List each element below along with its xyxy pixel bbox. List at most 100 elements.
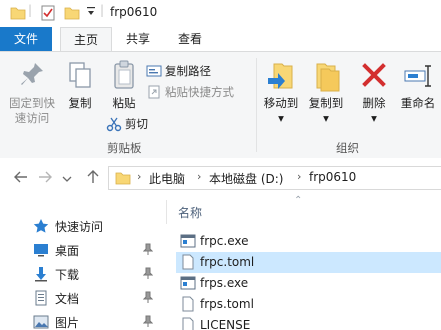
pin-icon [4, 60, 60, 96]
rename-button[interactable]: 重命名 [396, 60, 440, 111]
file-row-selected[interactable]: frpc.toml [176, 252, 441, 273]
recent-locations-icon[interactable] [62, 172, 72, 188]
file-name: frps.toml [200, 297, 254, 311]
column-divider [166, 200, 167, 224]
star-icon [33, 218, 49, 237]
exe-icon [180, 275, 196, 294]
title-separator-2: | [100, 3, 105, 17]
pin-icon[interactable] [142, 315, 154, 330]
explorer-window: | | frp0610 文件 主页 共享 查看 固定到快 速访问 复制 粘贴 复… [0, 0, 441, 330]
nav-item-documents[interactable]: 文档 [0, 286, 162, 310]
ribbon-tabs: 文件 主页 共享 查看 [0, 27, 441, 52]
exe-icon [180, 233, 196, 252]
pin-label-line1: 固定到快 [9, 96, 55, 110]
navigation-pane: 快速访问 桌面 下载 文档 图片 [0, 198, 162, 330]
delete-icon [356, 60, 392, 96]
forward-arrow-icon[interactable] [38, 170, 52, 188]
tab-home[interactable]: 主页 [60, 27, 112, 52]
nav-label: 文档 [55, 291, 80, 306]
properties-icon[interactable] [40, 5, 56, 24]
download-icon [33, 266, 49, 285]
window-title: frp0610 [110, 5, 158, 19]
pin-to-quick-access-button[interactable]: 固定到快 速访问 [4, 60, 60, 126]
pin-label-line2: 速访问 [14, 111, 50, 125]
nav-label: 图片 [55, 315, 80, 330]
sort-chevron-icon[interactable]: ⌃ [294, 195, 302, 206]
copy-button[interactable]: 复制 [62, 60, 98, 111]
move-to-button[interactable]: 移动到 ▾ [260, 60, 302, 126]
rename-label: 重命名 [400, 96, 436, 110]
rename-icon [396, 60, 440, 96]
copy-to-dropdown-icon: ▾ [323, 111, 329, 125]
organize-group-label: 组织 [336, 141, 359, 155]
delete-label: 删除 [362, 96, 386, 110]
cut-label: 剪切 [125, 117, 148, 131]
address-bar[interactable]: › 此电脑 › 本地磁盘 (D:) › frp0610 [108, 166, 441, 190]
desktop-icon [33, 242, 49, 261]
file-list: 名称 ⌃ frpc.exe frpc.toml frps.exe frps.to… [162, 195, 441, 330]
nav-item-downloads[interactable]: 下载 [0, 262, 162, 286]
title-separator: | [28, 3, 33, 17]
document-icon [33, 290, 49, 309]
navigation-bar: › 此电脑 › 本地磁盘 (D:) › frp0610 [0, 158, 441, 198]
back-arrow-icon[interactable] [14, 170, 28, 188]
copy-label: 复制 [68, 96, 92, 110]
cut-button[interactable]: 剪切 [106, 115, 148, 133]
file-row[interactable]: LICENSE [176, 315, 441, 330]
nav-item-pictures[interactable]: 图片 [0, 310, 162, 330]
column-header[interactable]: 名称 ⌃ [162, 195, 441, 224]
picture-icon [33, 314, 49, 330]
scissors-icon [106, 117, 122, 132]
breadcrumb-chevron-icon[interactable]: › [197, 170, 201, 183]
breadcrumb-local-disk[interactable]: 本地磁盘 (D:) [209, 170, 283, 187]
paste-shortcut-icon [148, 85, 160, 99]
file-row[interactable]: frps.toml [176, 294, 441, 315]
delete-button[interactable]: 删除 ▾ [356, 60, 392, 126]
new-folder-icon[interactable] [64, 5, 80, 24]
up-arrow-icon[interactable] [86, 170, 100, 188]
file-name: frpc.exe [200, 234, 249, 248]
file-row[interactable]: frps.exe [176, 273, 441, 294]
paste-icon [104, 60, 144, 96]
title-bar: | | frp0610 [0, 0, 441, 27]
file-icon [180, 296, 196, 315]
ribbon: 固定到快 速访问 复制 粘贴 复制路径 粘贴快捷方式 剪切 剪贴板 移动到 ▾ … [0, 51, 441, 159]
file-icon [180, 254, 196, 273]
customize-toolbar-icon[interactable] [86, 4, 96, 21]
copy-to-label: 复制到 [308, 96, 344, 110]
paste-button[interactable]: 粘贴 [104, 60, 144, 111]
copy-to-icon [304, 60, 348, 96]
breadcrumb-chevron-icon[interactable]: › [137, 170, 141, 183]
ribbon-separator [256, 58, 257, 152]
copy-path-button[interactable]: 复制路径 [146, 62, 211, 80]
tab-file[interactable]: 文件 [0, 27, 52, 51]
copy-path-icon [146, 65, 162, 77]
tab-view[interactable]: 查看 [168, 27, 212, 51]
breadcrumb-this-pc[interactable]: 此电脑 [149, 170, 185, 187]
copy-to-button[interactable]: 复制到 ▾ [304, 60, 348, 126]
file-row[interactable]: frpc.exe [176, 231, 441, 252]
column-name-label: 名称 [178, 206, 203, 220]
pin-icon[interactable] [142, 267, 154, 282]
tab-share[interactable]: 共享 [116, 27, 160, 51]
breadcrumb-chevron-icon[interactable]: › [297, 170, 301, 183]
move-to-label: 移动到 [263, 96, 299, 110]
file-name: frps.exe [200, 276, 249, 290]
file-name: frpc.toml [200, 255, 255, 269]
pin-icon[interactable] [142, 291, 154, 306]
nav-label: 快速访问 [55, 219, 104, 234]
breadcrumb-current-folder[interactable]: frp0610 [309, 170, 356, 184]
copy-path-label: 复制路径 [165, 64, 211, 78]
file-icon [180, 317, 196, 330]
pin-icon[interactable] [142, 243, 154, 258]
nav-label: 下载 [55, 267, 80, 282]
folder-icon [115, 170, 131, 189]
nav-label: 桌面 [55, 243, 80, 258]
paste-shortcut-button[interactable]: 粘贴快捷方式 [146, 83, 234, 101]
clipboard-group-label: 剪贴板 [107, 141, 142, 155]
nav-item-desktop[interactable]: 桌面 [0, 238, 162, 262]
move-to-dropdown-icon: ▾ [278, 111, 284, 125]
paste-label: 粘贴 [112, 96, 136, 110]
file-name: LICENSE [200, 318, 251, 330]
nav-item-quick-access[interactable]: 快速访问 [0, 214, 162, 238]
